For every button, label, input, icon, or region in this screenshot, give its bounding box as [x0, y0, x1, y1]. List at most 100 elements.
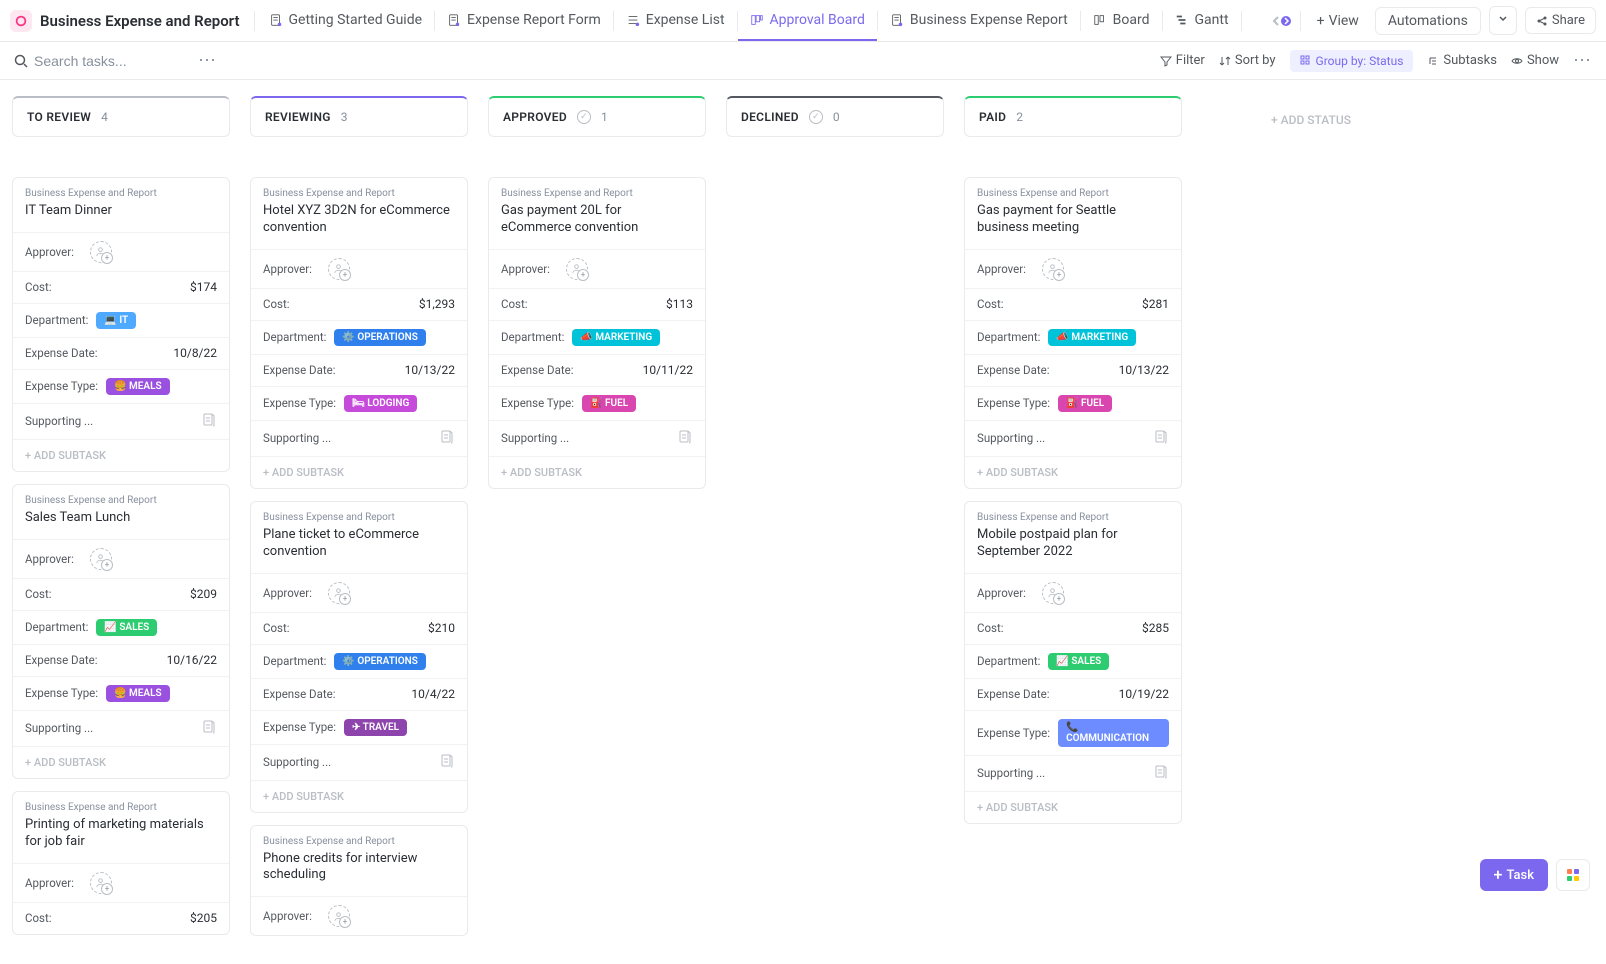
card-title: Plane ticket to eCommerce convention: [251, 523, 467, 573]
card-list-name: Business Expense and Report: [251, 502, 467, 523]
column-header[interactable]: APPROVED 1: [488, 96, 706, 137]
card-title: Sales Team Lunch: [13, 506, 229, 539]
document-icon[interactable]: [1153, 764, 1169, 783]
automations-chevron[interactable]: [1489, 6, 1517, 35]
tab-expense-list[interactable]: Expense List: [614, 0, 737, 41]
add-view-button[interactable]: +View: [1309, 9, 1367, 33]
task-card[interactable]: Business Expense and Report Plane ticket…: [250, 501, 468, 813]
search-box[interactable]: [14, 53, 184, 69]
approver-avatar[interactable]: [566, 258, 588, 280]
card-list-name: Business Expense and Report: [13, 792, 229, 813]
approver-avatar[interactable]: [328, 905, 350, 927]
field-cost: Cost:$209: [13, 578, 229, 610]
task-card[interactable]: Business Expense and Report Printing of …: [12, 791, 230, 935]
tab-getting-started-guide[interactable]: Getting Started Guide: [257, 0, 435, 41]
add-subtask-button[interactable]: + ADD SUBTASK: [251, 456, 467, 488]
document-icon[interactable]: [677, 429, 693, 448]
new-task-button[interactable]: +Task: [1480, 859, 1548, 891]
show-button[interactable]: Show: [1511, 53, 1559, 68]
share-button[interactable]: Share: [1525, 7, 1596, 34]
list-pin-icon: [626, 13, 640, 27]
filter-button[interactable]: Filter: [1160, 53, 1205, 68]
filter-icon: [1160, 55, 1172, 67]
tab-business-expense-report[interactable]: Business Expense Report: [878, 0, 1080, 41]
task-card[interactable]: Business Expense and Report Gas payment …: [964, 177, 1182, 489]
column-header[interactable]: DECLINED 0: [726, 96, 944, 137]
kanban-board: TO REVIEW 4 Business Expense and Report …: [0, 80, 1606, 964]
document-icon[interactable]: [439, 753, 455, 772]
card-title: Mobile postpaid plan for September 2022: [965, 523, 1181, 573]
field-expense-type: Expense Type:🍔 MEALS: [13, 369, 229, 403]
field-cost: Cost:$113: [489, 288, 705, 320]
nav-arrows-icon[interactable]: [1272, 15, 1292, 27]
column-header[interactable]: TO REVIEW 4: [12, 96, 230, 137]
view-tabs: Getting Started GuideExpense Report Form…: [257, 0, 1270, 41]
groupby-button[interactable]: Group by: Status: [1290, 50, 1414, 72]
workspace-title[interactable]: Business Expense and Report: [40, 12, 240, 30]
add-subtask-button[interactable]: + ADD SUBTASK: [965, 791, 1181, 823]
task-card[interactable]: Business Expense and Report Mobile postp…: [964, 501, 1182, 824]
document-icon[interactable]: [439, 429, 455, 448]
column-paid: PAID 2 Business Expense and Report Gas p…: [964, 96, 1182, 836]
document-icon[interactable]: [201, 719, 217, 738]
approver-avatar[interactable]: [90, 548, 112, 570]
add-subtask-button[interactable]: + ADD SUBTASK: [489, 456, 705, 488]
approver-avatar[interactable]: [90, 241, 112, 263]
approver-avatar[interactable]: [328, 258, 350, 280]
subtasks-button[interactable]: Subtasks: [1427, 53, 1497, 68]
approver-avatar[interactable]: [328, 582, 350, 604]
approver-avatar[interactable]: [1042, 582, 1064, 604]
field-approver: Approver:: [13, 539, 229, 578]
search-more-icon[interactable]: ⋯: [198, 50, 217, 71]
field-expense-date: Expense Date:10/16/22: [13, 644, 229, 676]
field-department: Department:📈 SALES: [13, 610, 229, 644]
document-icon[interactable]: [201, 412, 217, 431]
add-subtask-button[interactable]: + ADD SUBTASK: [13, 746, 229, 778]
show-icon: [1511, 55, 1523, 67]
doc-pin-icon: [269, 13, 283, 27]
field-approver: Approver:: [489, 249, 705, 288]
add-subtask-button[interactable]: + ADD SUBTASK: [251, 780, 467, 812]
field-cost: Cost:$210: [251, 612, 467, 644]
search-input[interactable]: [34, 53, 184, 69]
add-subtask-button[interactable]: + ADD SUBTASK: [965, 456, 1181, 488]
board-icon: [750, 13, 764, 27]
field-expense-type: Expense Type:⛽ FUEL: [489, 386, 705, 420]
task-card[interactable]: Business Expense and Report Hotel XYZ 3D…: [250, 177, 468, 489]
task-card[interactable]: Business Expense and Report Phone credit…: [250, 825, 468, 937]
field-expense-type: Expense Type:🛏 LODGING: [251, 386, 467, 420]
approver-avatar[interactable]: [90, 872, 112, 894]
field-expense-type: Expense Type:⛽ FUEL: [965, 386, 1181, 420]
task-card[interactable]: Business Expense and Report Sales Team L…: [12, 484, 230, 779]
column-header[interactable]: REVIEWING 3: [250, 96, 468, 137]
automations-button[interactable]: Automations: [1375, 7, 1481, 35]
add-status-button[interactable]: + ADD STATUS: [1202, 96, 1420, 144]
card-title: Phone credits for interview scheduling: [251, 847, 467, 897]
card-list-name: Business Expense and Report: [965, 178, 1181, 199]
column-header[interactable]: PAID 2: [964, 96, 1182, 137]
board-plain-icon: [1093, 13, 1107, 27]
field-cost: Cost:$285: [965, 612, 1181, 644]
apps-button[interactable]: [1556, 859, 1590, 891]
workspace-icon: [10, 10, 32, 32]
field-approver: Approver:: [965, 249, 1181, 288]
apps-icon: [1565, 867, 1581, 883]
search-icon: [14, 54, 28, 68]
field-cost: Cost:$205: [13, 902, 229, 934]
tab-gantt[interactable]: Gantt: [1163, 0, 1241, 41]
field-supporting: Supporting ...: [965, 755, 1181, 791]
add-subtask-button[interactable]: + ADD SUBTASK: [13, 439, 229, 471]
tab-board[interactable]: Board: [1081, 0, 1162, 41]
task-card[interactable]: Business Expense and Report IT Team Dinn…: [12, 177, 230, 472]
tab-approval-board[interactable]: Approval Board: [738, 0, 877, 41]
task-card[interactable]: Business Expense and Report Gas payment …: [488, 177, 706, 489]
toolbar: ⋯ Filter Sort by Group by: Status Subtas…: [0, 42, 1606, 80]
sort-button[interactable]: Sort by: [1219, 53, 1276, 68]
toolbar-more-icon[interactable]: ⋯: [1573, 50, 1592, 71]
field-department: Department:📣 MARKETING: [965, 320, 1181, 354]
approver-avatar[interactable]: [1042, 258, 1064, 280]
field-expense-type: Expense Type:🍔 MEALS: [13, 676, 229, 710]
document-icon[interactable]: [1153, 429, 1169, 448]
field-supporting: Supporting ...: [251, 420, 467, 456]
tab-expense-report-form[interactable]: Expense Report Form: [435, 0, 613, 41]
